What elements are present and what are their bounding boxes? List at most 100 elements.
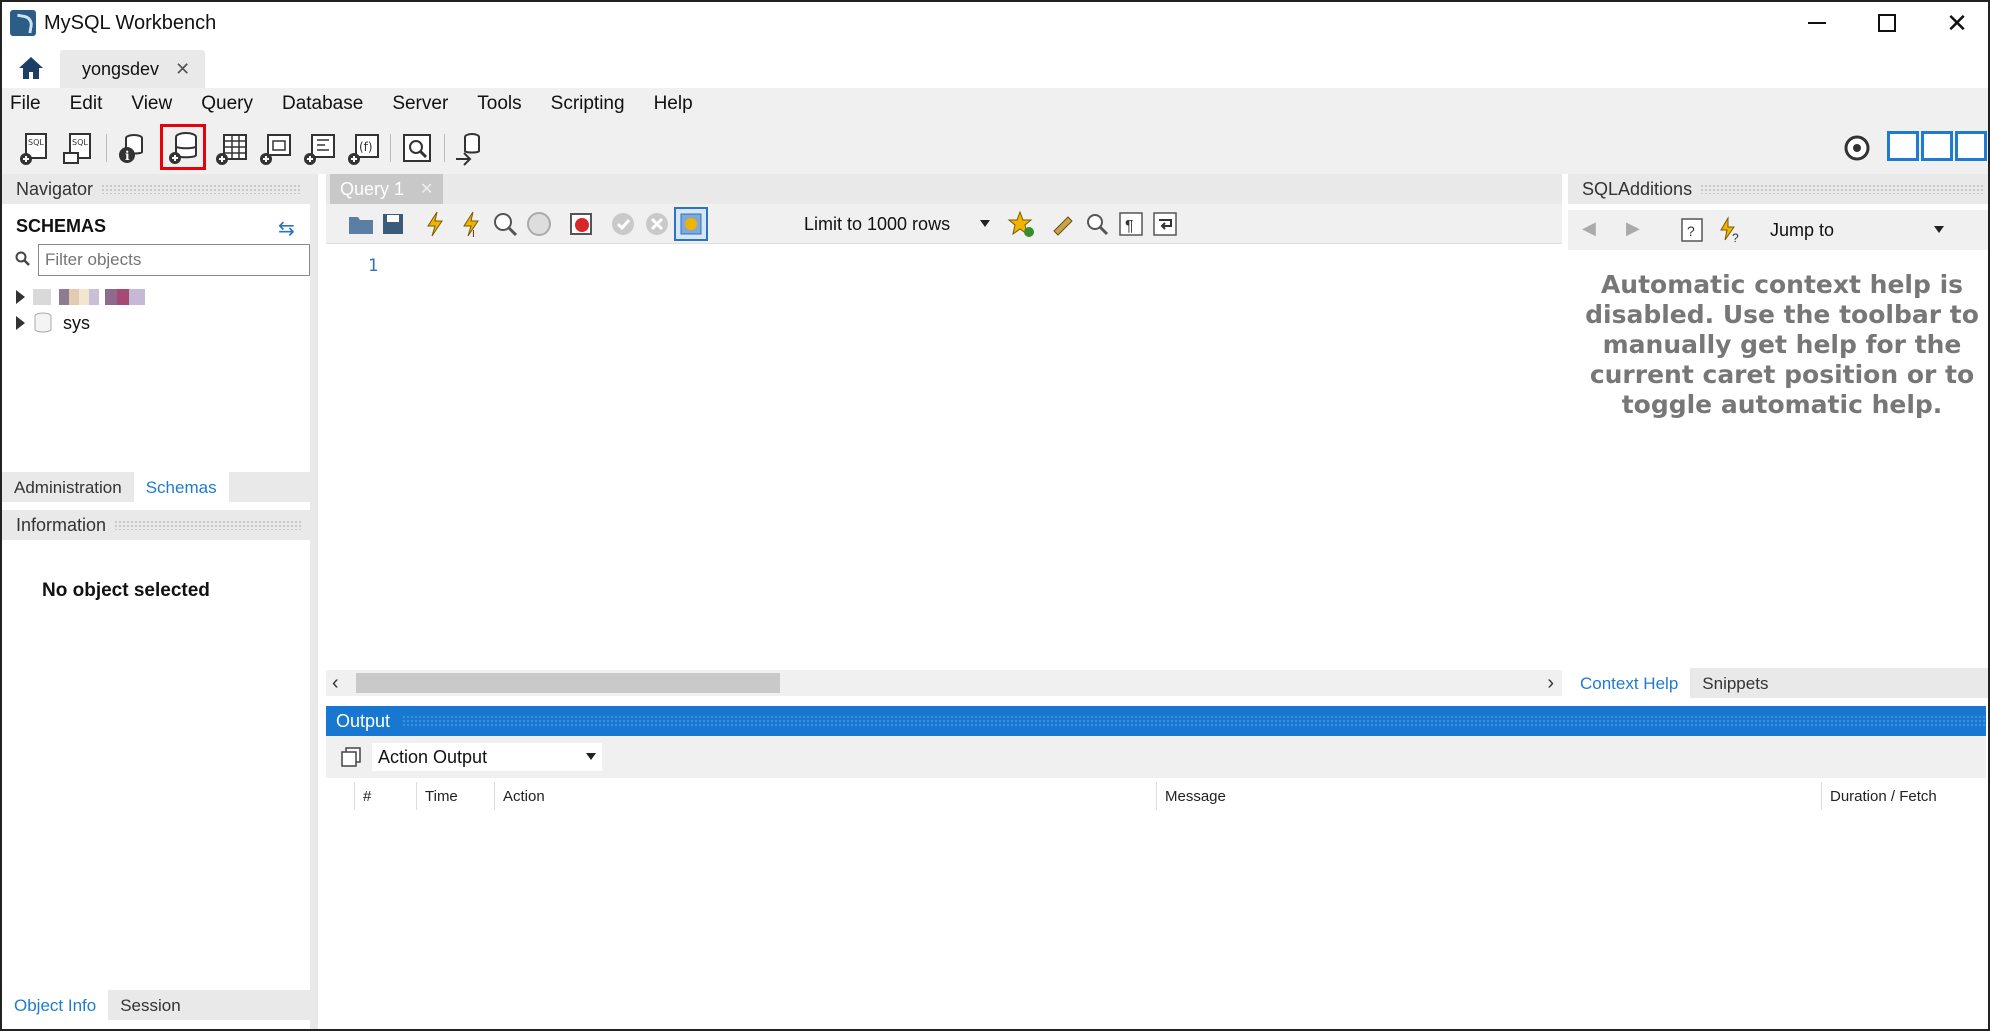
output-type-select[interactable]: Action Output [372, 743, 602, 771]
tab-context-help[interactable]: Context Help [1568, 668, 1691, 698]
query-tab-bar: Query 1 ✕ [326, 174, 1562, 204]
create-table-button[interactable] [212, 129, 250, 167]
column-header-action[interactable]: Action [494, 782, 1014, 810]
maximize-icon [1878, 14, 1896, 32]
mysql-workbench-logo-icon [10, 10, 36, 36]
sql-additions-title: SQLAdditions [1582, 178, 1693, 199]
horizontal-scrollbar[interactable]: ‹ › [326, 670, 1562, 696]
search-table-data-button[interactable] [398, 129, 436, 167]
home-icon [19, 57, 43, 79]
no-object-selected-text: No object selected [42, 580, 210, 601]
search-icon [15, 251, 30, 266]
word-wrap-button[interactable] [1150, 209, 1180, 239]
menu-query[interactable]: Query [193, 93, 265, 115]
scroll-left-icon[interactable]: ‹ [332, 672, 339, 695]
close-query-tab-icon[interactable]: ✕ [420, 179, 433, 199]
explain-button[interactable] [490, 209, 520, 239]
create-schema-button[interactable] [160, 124, 206, 170]
menu-server[interactable]: Server [384, 93, 460, 115]
inspector-button[interactable]: i [114, 129, 152, 167]
create-view-button[interactable] [256, 129, 294, 167]
tab-administration[interactable]: Administration [2, 472, 134, 502]
menu-view[interactable]: View [123, 93, 184, 115]
create-function-icon: (f) [348, 134, 379, 165]
limit-rows-select[interactable]: Limit to 1000 rows [796, 210, 996, 238]
open-file-button[interactable] [346, 209, 376, 239]
lightning-icon [427, 211, 443, 237]
scrollbar-thumb[interactable] [356, 673, 780, 693]
toggle-error-stop-button[interactable] [566, 209, 596, 239]
minimize-button[interactable] [1782, 2, 1852, 44]
close-window-button[interactable]: ✕ [1922, 2, 1988, 44]
svg-text:i: i [125, 149, 130, 163]
sql-editor[interactable]: 1 [326, 244, 1562, 656]
column-header-duration[interactable]: Duration / Fetch [1821, 782, 1971, 810]
column-header-message[interactable]: Message [1156, 782, 1796, 810]
output-panel: Output Action Output # Time Action Messa… [326, 706, 1986, 1029]
expand-caret-icon[interactable] [16, 316, 25, 330]
close-tab-icon[interactable]: ✕ [175, 59, 190, 80]
jump-to-select[interactable]: Jump to [1764, 216, 1948, 244]
column-header-time[interactable]: Time [416, 782, 496, 810]
home-tab[interactable] [10, 50, 52, 86]
toggle-output-button[interactable] [1921, 131, 1953, 161]
maximize-button[interactable] [1852, 2, 1922, 44]
execute-button[interactable] [420, 209, 450, 239]
menu-edit[interactable]: Edit [62, 93, 115, 115]
reconnect-button[interactable] [452, 129, 490, 167]
scroll-right-icon[interactable]: › [1547, 672, 1554, 695]
menu-database[interactable]: Database [274, 93, 375, 115]
save-button[interactable] [378, 209, 408, 239]
create-table-icon [216, 134, 247, 165]
toggle-secondary-sidebar-button[interactable] [1955, 131, 1987, 161]
find-button[interactable] [1082, 209, 1112, 239]
menu-scripting[interactable]: Scripting [543, 93, 637, 115]
context-help-icon[interactable]: ? [1678, 216, 1706, 244]
add-snippet-button[interactable] [1006, 209, 1036, 239]
commit-button[interactable] [608, 209, 638, 239]
tab-schemas[interactable]: Schemas [133, 472, 229, 502]
create-function-button[interactable]: (f) [344, 129, 382, 167]
invisible-chars-button[interactable]: ¶ [1116, 209, 1146, 239]
schema-tree-item-sys[interactable]: sys [16, 310, 90, 336]
create-procedure-button[interactable] [300, 129, 338, 167]
preferences-button[interactable] [1838, 129, 1876, 167]
query-toolbar: I Limit to 1000 rows ¶ [326, 204, 1562, 244]
open-sql-script-button[interactable]: SQL [60, 129, 98, 167]
tab-snippets[interactable]: Snippets [1690, 668, 1780, 698]
autocommit-toggle-button[interactable] [674, 207, 708, 241]
menu-tools[interactable]: Tools [469, 93, 533, 115]
stop-button[interactable] [524, 209, 554, 239]
beautify-button[interactable] [1048, 209, 1078, 239]
save-icon [383, 214, 403, 234]
execute-statement-button[interactable]: I [456, 209, 486, 240]
auto-help-icon[interactable]: ? [1716, 216, 1744, 244]
tab-session[interactable]: Session [108, 990, 192, 1020]
toggle-sidebar-button[interactable] [1887, 131, 1919, 161]
expand-caret-icon[interactable] [16, 290, 25, 304]
refresh-schemas-icon[interactable]: ⇆ [278, 216, 300, 240]
menu-help[interactable]: Help [646, 93, 705, 115]
lightning-cursor-icon: I [463, 211, 479, 240]
menu-file[interactable]: File [2, 93, 53, 115]
filter-objects-input[interactable] [38, 244, 310, 276]
new-sql-tab-button[interactable]: SQL [16, 129, 54, 167]
information-bottom-tabs: Object Info Session [2, 990, 310, 1020]
connection-tab-bar: yongsdev ✕ [2, 44, 1988, 88]
connection-tab[interactable]: yongsdev ✕ [60, 50, 205, 88]
output-toolbar: Action Output [326, 736, 1986, 778]
rollback-button[interactable] [642, 209, 672, 239]
navigator-header: Navigator [2, 174, 310, 204]
forward-arrow-icon[interactable]: ▶ [1626, 218, 1640, 239]
connection-tab-label: yongsdev [82, 58, 160, 79]
column-header-number[interactable]: # [354, 782, 396, 810]
back-arrow-icon[interactable]: ◀ [1582, 218, 1596, 239]
schema-tree-item-redacted[interactable] [16, 284, 145, 310]
sql-additions-panel: SQLAdditions ◀ ▶ ? ? Jump to Automatic c… [1568, 174, 1988, 702]
tab-object-info[interactable]: Object Info [2, 990, 109, 1020]
sql-additions-tabs: Context Help Snippets [1568, 668, 1988, 698]
copy-icon[interactable] [340, 746, 362, 768]
query-tab[interactable]: Query 1 ✕ [330, 174, 444, 204]
window-title: MySQL Workbench [44, 12, 217, 34]
redacted-label [59, 289, 99, 305]
